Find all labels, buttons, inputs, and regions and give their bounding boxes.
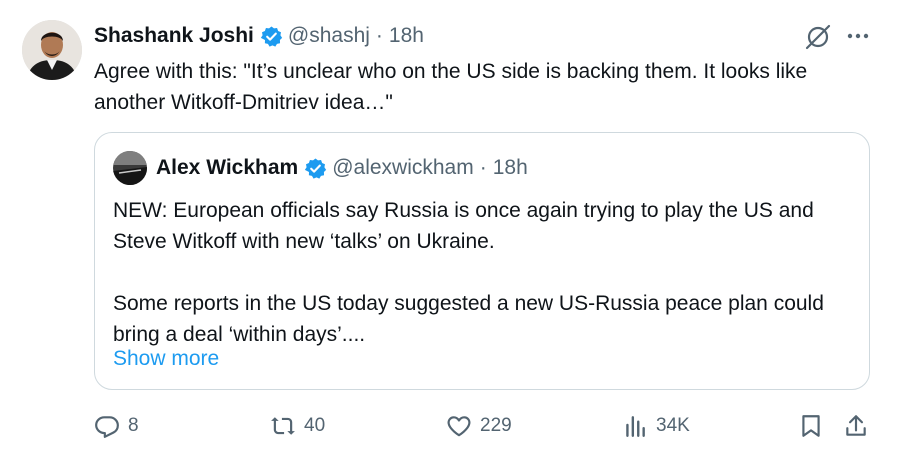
reply-count: 8 xyxy=(128,415,139,436)
views-count: 34K xyxy=(656,415,690,436)
retweet-icon xyxy=(271,417,295,435)
more-options-icon[interactable] xyxy=(844,22,872,50)
heart-icon xyxy=(447,416,471,437)
author-handle[interactable]: @shashj xyxy=(288,24,370,48)
like-button[interactable]: 229 xyxy=(446,408,512,444)
share-icon xyxy=(846,415,866,436)
views-icon xyxy=(626,416,645,437)
quoted-verified-badge-icon xyxy=(304,157,327,180)
views-button[interactable]: 34K xyxy=(622,408,690,444)
author-avatar[interactable] xyxy=(22,20,82,80)
like-count: 229 xyxy=(480,415,512,436)
quoted-paragraph: Some reports in the US today suggested a… xyxy=(113,292,824,346)
grok-icon[interactable] xyxy=(803,22,833,52)
share-button[interactable] xyxy=(843,408,869,444)
verified-badge-icon xyxy=(260,25,283,48)
tweet[interactable]: Shashank Joshi @shashj · 18h Agree with … xyxy=(0,0,923,464)
quoted-header: Alex Wickham @alexwickham · 18h xyxy=(156,151,528,185)
retweet-button[interactable]: 40 xyxy=(270,408,325,444)
quoted-time[interactable]: 18h xyxy=(493,156,528,180)
quoted-tweet[interactable]: Alex Wickham @alexwickham · 18h NEW: Eur… xyxy=(94,132,870,390)
tweet-header: Shashank Joshi @shashj · 18h xyxy=(94,20,424,52)
retweet-count: 40 xyxy=(304,415,326,436)
tweet-time[interactable]: 18h xyxy=(389,24,424,48)
quoted-paragraph: NEW: European officials say Russia is on… xyxy=(113,199,814,253)
bookmark-button[interactable] xyxy=(798,408,824,444)
quoted-author-name[interactable]: Alex Wickham xyxy=(156,156,298,180)
bookmark-icon xyxy=(802,415,820,437)
quoted-text: NEW: European officials say Russia is on… xyxy=(113,195,853,350)
author-name[interactable]: Shashank Joshi xyxy=(94,24,254,48)
separator-dot: · xyxy=(375,24,383,47)
reply-icon xyxy=(95,416,119,438)
quoted-author-avatar[interactable] xyxy=(113,151,147,185)
tweet-text: Agree with this: "It’s unclear who on th… xyxy=(94,60,808,114)
reply-button[interactable]: 8 xyxy=(94,408,139,444)
show-more-link[interactable]: Show more xyxy=(113,343,219,374)
quoted-author-handle[interactable]: @alexwickham xyxy=(332,156,474,180)
quoted-separator-dot: · xyxy=(479,156,487,179)
